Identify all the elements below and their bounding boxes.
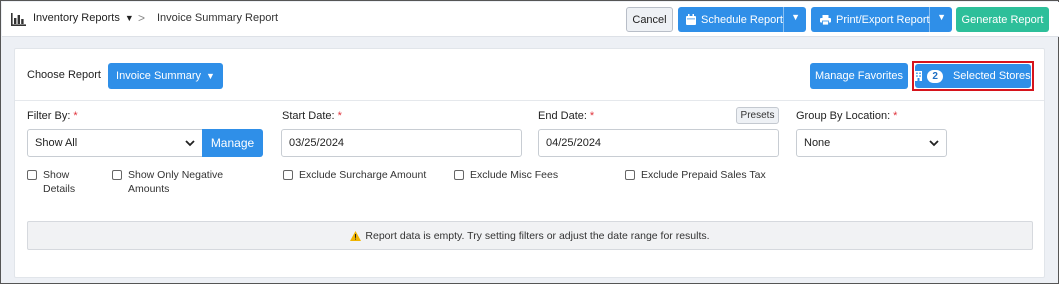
stores-count-badge: 2 (927, 69, 943, 83)
breadcrumb-inventory-reports[interactable]: Inventory Reports ▼ (33, 12, 134, 24)
choose-report-label: Choose Report (27, 69, 101, 81)
report-card: Choose Report Invoice Summary ▼ Manage F… (14, 48, 1045, 278)
manage-filter-button[interactable]: Manage (202, 129, 263, 157)
chevron-down-icon: ▼ (124, 13, 134, 23)
cancel-button-label: Cancel (632, 13, 667, 26)
selected-stores-label: Selected Stores (952, 70, 1031, 82)
selected-stores-button[interactable]: 2 Selected Stores (915, 64, 1031, 88)
bar-chart-icon (11, 13, 26, 26)
alert-message: Report data is empty. Try setting filter… (365, 229, 710, 242)
generate-report-label: Generate Report (961, 13, 1044, 26)
app-frame: Inventory Reports ▼ > Invoice Summary Re… (0, 0, 1059, 284)
manage-favorites-button[interactable]: Manage Favorites (810, 63, 908, 89)
report-type-label: Invoice Summary (116, 70, 202, 82)
start-date-label: Start Date: * (282, 110, 342, 122)
required-indicator: * (337, 110, 342, 122)
show-details-checkbox[interactable]: Show Details (27, 168, 75, 196)
presets-label: Presets (740, 110, 775, 121)
breadcrumb-current-page: Invoice Summary Report (157, 12, 279, 24)
top-bar: Inventory Reports ▼ > Invoice Summary Re… (2, 2, 1059, 37)
breadcrumb-separator: > (138, 11, 146, 25)
filter-by-value: Show All (35, 137, 78, 149)
end-date-label: End Date: * (538, 110, 595, 122)
filter-by-select[interactable]: Show All (27, 129, 203, 157)
start-date-input[interactable]: 03/25/2024 (281, 129, 522, 157)
show-negative-amounts-label: Show Only Negative Amounts (128, 169, 224, 195)
checkbox-box[interactable] (625, 170, 635, 180)
exclude-prepaid-tax-checkbox[interactable]: Exclude Prepaid Sales Tax (625, 168, 766, 182)
exclude-surcharge-label: Exclude Surcharge Amount (299, 169, 427, 181)
report-type-dropdown[interactable]: Invoice Summary ▼ (108, 63, 223, 89)
checkbox-box[interactable] (454, 170, 464, 180)
chevron-down-icon (185, 138, 195, 151)
chevron-down-icon[interactable]: ▼ (791, 12, 800, 22)
required-indicator: * (589, 110, 595, 122)
schedule-report-label: Schedule Report (701, 13, 783, 26)
split-divider (929, 7, 930, 32)
start-date-value: 03/25/2024 (289, 137, 345, 149)
end-date-input[interactable]: 04/25/2024 (538, 129, 779, 157)
checkbox-box[interactable] (283, 170, 293, 180)
exclude-misc-fees-checkbox[interactable]: Exclude Misc Fees (454, 168, 558, 182)
schedule-report-button[interactable]: Schedule Report ▼ (678, 7, 806, 32)
chevron-down-icon: ▼ (206, 71, 215, 81)
printer-icon (820, 14, 831, 25)
cancel-button[interactable]: Cancel (626, 7, 673, 32)
chevron-down-icon (929, 138, 939, 151)
calendar-icon (686, 14, 696, 25)
group-by-location-label: Group By Location: * (796, 110, 898, 122)
exclude-misc-fees-label: Exclude Misc Fees (470, 169, 559, 181)
breadcrumb-section-label: Inventory Reports (33, 12, 120, 24)
exclude-prepaid-tax-label: Exclude Prepaid Sales Tax (641, 169, 766, 181)
checkbox-box[interactable] (112, 170, 122, 180)
checkbox-box[interactable] (27, 170, 37, 180)
show-details-label: Show Details (43, 169, 76, 195)
presets-button[interactable]: Presets (736, 107, 779, 124)
manage-label: Manage (210, 136, 255, 150)
exclude-surcharge-checkbox[interactable]: Exclude Surcharge Amount (283, 168, 426, 182)
required-indicator: * (893, 110, 898, 122)
print-export-label: Print/Export Report (836, 13, 930, 26)
store-icon (915, 71, 923, 81)
warning-icon (350, 230, 362, 241)
generate-report-button[interactable]: Generate Report (956, 7, 1049, 32)
show-negative-amounts-checkbox[interactable]: Show Only Negative Amounts (112, 168, 223, 196)
empty-report-alert: Report data is empty. Try setting filter… (27, 221, 1033, 250)
split-divider (783, 7, 784, 32)
required-indicator: * (73, 110, 78, 122)
group-by-location-select[interactable]: None (796, 129, 947, 157)
filter-by-label: Filter By: * (27, 110, 78, 122)
divider (15, 100, 1044, 101)
manage-favorites-label: Manage Favorites (814, 70, 904, 82)
chevron-down-icon[interactable]: ▼ (937, 12, 946, 22)
print-export-button[interactable]: Print/Export Report ▼ (811, 7, 952, 32)
group-by-location-value: None (804, 137, 831, 149)
end-date-value: 04/25/2024 (546, 137, 602, 149)
